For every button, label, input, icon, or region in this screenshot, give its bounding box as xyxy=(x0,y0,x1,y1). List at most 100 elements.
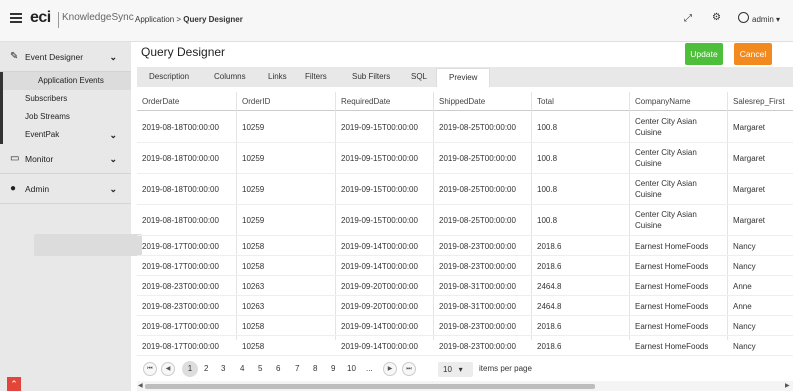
edit-icon: ✎ xyxy=(10,51,19,62)
menu-icon[interactable] xyxy=(10,13,22,23)
tab-sql[interactable]: SQL xyxy=(411,72,427,81)
tab-filters[interactable]: Filters xyxy=(305,72,327,81)
chevron-down-icon: ⌄ xyxy=(109,52,117,62)
table-cell: Center City Asian Cuisine xyxy=(635,148,697,168)
sidebar-item-eventpak[interactable]: EventPak ⌄ xyxy=(0,126,131,144)
table-cell: 2018.6 xyxy=(537,241,562,251)
sidebar-item-admin[interactable]: ● Admin ⌄ xyxy=(0,174,131,204)
table-cell: 2019-08-23T00:00:00 xyxy=(439,321,516,331)
page-number[interactable]: 1 xyxy=(182,361,198,377)
table-cell: 2019-09-15T00:00:00 xyxy=(341,185,418,194)
table-cell: 100.8 xyxy=(537,216,558,225)
sidebar-item-monitor[interactable]: ▭ Monitor ⌄ xyxy=(0,144,131,174)
table-row[interactable]: 2019-08-18T00:00:00 10259 2019-09-15T00:00… xyxy=(137,205,793,236)
scroll-up-button[interactable]: ⌃ xyxy=(7,377,21,391)
page-number[interactable]: 6 xyxy=(276,364,280,373)
page-size-select[interactable]: 10 ▾ xyxy=(438,362,473,377)
table-row[interactable]: 2019-08-18T00:00:00 10259 2019-09-15T00:00… xyxy=(137,112,793,143)
last-page-button[interactable]: ⏭ xyxy=(402,362,416,376)
column-header[interactable]: OrderDate xyxy=(142,97,179,106)
table-row[interactable]: 2019-08-17T00:00:00 10258 2019-09-14T00:00… xyxy=(137,336,793,356)
table-row[interactable]: 2019-08-17T00:00:00 10258 2019-09-14T00:00… xyxy=(137,316,793,336)
cancel-button[interactable]: Cancel xyxy=(734,43,772,65)
table-row[interactable]: 2019-08-18T00:00:00 10259 2019-09-15T00:00… xyxy=(137,143,793,174)
gear-icon[interactable]: ⚙ xyxy=(712,12,721,23)
scrollbar-thumb[interactable] xyxy=(145,384,595,389)
table-cell: Margaret xyxy=(733,216,766,225)
page-number[interactable]: 5 xyxy=(258,364,262,373)
table-cell: Nancy xyxy=(733,341,756,351)
table-cell: 10259 xyxy=(242,123,265,132)
page-number[interactable]: 10 xyxy=(347,364,356,373)
scroll-left-icon[interactable]: ◀ xyxy=(138,382,143,389)
page-number[interactable]: 8 xyxy=(313,364,317,373)
table-cell: 2464.8 xyxy=(537,281,562,291)
page-number[interactable]: 9 xyxy=(331,364,335,373)
page-number[interactable]: 3 xyxy=(221,364,225,373)
table-cell: 2019-09-14T00:00:00 xyxy=(341,261,418,271)
sidebar-item-event-designer[interactable]: ✎ Event Designer ⌄ xyxy=(0,42,131,72)
chevron-down-icon: ⌄ xyxy=(109,184,117,194)
page-number[interactable]: 4 xyxy=(240,364,244,373)
table-cell: 10259 xyxy=(242,185,265,194)
tab-sub-filters[interactable]: Sub Filters xyxy=(352,72,390,81)
first-page-button[interactable]: ⏮ xyxy=(143,362,157,376)
table-cell: 2019-08-23T00:00:00 xyxy=(142,301,219,311)
table-row[interactable]: 2019-08-18T00:00:00 10259 2019-09-15T00:00… xyxy=(137,174,793,205)
logo: eci xyxy=(30,9,51,26)
sidebar-item-application-events[interactable]: Application Events xyxy=(0,72,131,90)
table-cell: Earnest HomeFoods xyxy=(635,321,709,331)
tab-columns[interactable]: Columns xyxy=(214,72,246,81)
column-header[interactable]: OrderID xyxy=(242,97,270,106)
tab-preview[interactable]: Preview xyxy=(436,68,491,87)
horizontal-scrollbar[interactable]: ◀ ▶ xyxy=(137,381,793,391)
table-cell: 2019-08-31T00:00:00 xyxy=(439,281,516,291)
table-cell: 100.8 xyxy=(537,154,558,163)
column-header[interactable]: Total xyxy=(537,97,554,106)
table-cell: Earnest HomeFoods xyxy=(635,301,709,311)
table-cell: Earnest HomeFoods xyxy=(635,241,709,251)
table-cell: 10258 xyxy=(242,241,265,251)
tab-description[interactable]: Description xyxy=(149,72,189,81)
table-cell: 10258 xyxy=(242,341,265,351)
tab-links[interactable]: Links xyxy=(268,72,287,81)
drag-placeholder xyxy=(34,234,142,256)
prev-page-button[interactable]: ◀ xyxy=(161,362,175,376)
table-cell: 10263 xyxy=(242,281,265,291)
page-number[interactable]: 2 xyxy=(204,364,208,373)
table-row[interactable]: 2019-08-17T00:00:00 10258 2019-09-14T00:00… xyxy=(137,236,793,256)
expand-icon[interactable]: ⤢ xyxy=(684,13,696,25)
page-ellipsis[interactable]: ... xyxy=(366,364,373,373)
page-number[interactable]: 7 xyxy=(295,364,299,373)
chevron-down-icon: ⌄ xyxy=(109,130,117,140)
table-row[interactable]: 2019-08-17T00:00:00 10258 2019-09-14T00:00… xyxy=(137,256,793,276)
table-cell: 2019-09-20T00:00:00 xyxy=(341,301,418,311)
monitor-icon: ▭ xyxy=(10,153,20,164)
table-cell: Earnest HomeFoods xyxy=(635,281,709,291)
table-cell: 2019-08-18T00:00:00 xyxy=(142,123,219,132)
column-header[interactable]: RequiredDate xyxy=(341,97,390,106)
scroll-right-icon[interactable]: ▶ xyxy=(785,382,790,389)
breadcrumb: Application > Query Designer xyxy=(135,15,243,24)
next-page-button[interactable]: ▶ xyxy=(383,362,397,376)
user-avatar-icon[interactable] xyxy=(738,12,749,23)
tab-bar: Description Columns Links Filters Sub Fi… xyxy=(137,67,793,87)
sidebar: ✎ Event Designer ⌄ Application Events Su… xyxy=(0,42,131,391)
table-cell: 2019-08-17T00:00:00 xyxy=(142,321,219,331)
table-cell: 2019-08-23T00:00:00 xyxy=(439,341,516,351)
table-cell: 2018.6 xyxy=(537,341,562,351)
table-cell: 2018.6 xyxy=(537,321,562,331)
user-menu[interactable]: admin ▾ xyxy=(752,15,780,24)
column-header[interactable]: Salesrep_First xyxy=(733,97,785,106)
sidebar-item-job-streams[interactable]: Job Streams xyxy=(0,108,131,126)
table-cell: 2019-08-18T00:00:00 xyxy=(142,185,219,194)
table-cell: 2019-08-17T00:00:00 xyxy=(142,241,219,251)
table-row[interactable]: 2019-08-23T00:00:00 10263 2019-09-20T00:00… xyxy=(137,296,793,316)
column-header[interactable]: CompanyName xyxy=(635,97,691,106)
breadcrumb-parent[interactable]: Application > xyxy=(135,15,183,24)
sidebar-item-subscribers[interactable]: Subscribers xyxy=(0,90,131,108)
update-button[interactable]: Update xyxy=(685,43,723,65)
chevron-down-icon: ⌄ xyxy=(109,154,117,164)
column-header[interactable]: ShippedDate xyxy=(439,97,485,106)
table-row[interactable]: 2019-08-23T00:00:00 10263 2019-09-20T00:00… xyxy=(137,276,793,296)
